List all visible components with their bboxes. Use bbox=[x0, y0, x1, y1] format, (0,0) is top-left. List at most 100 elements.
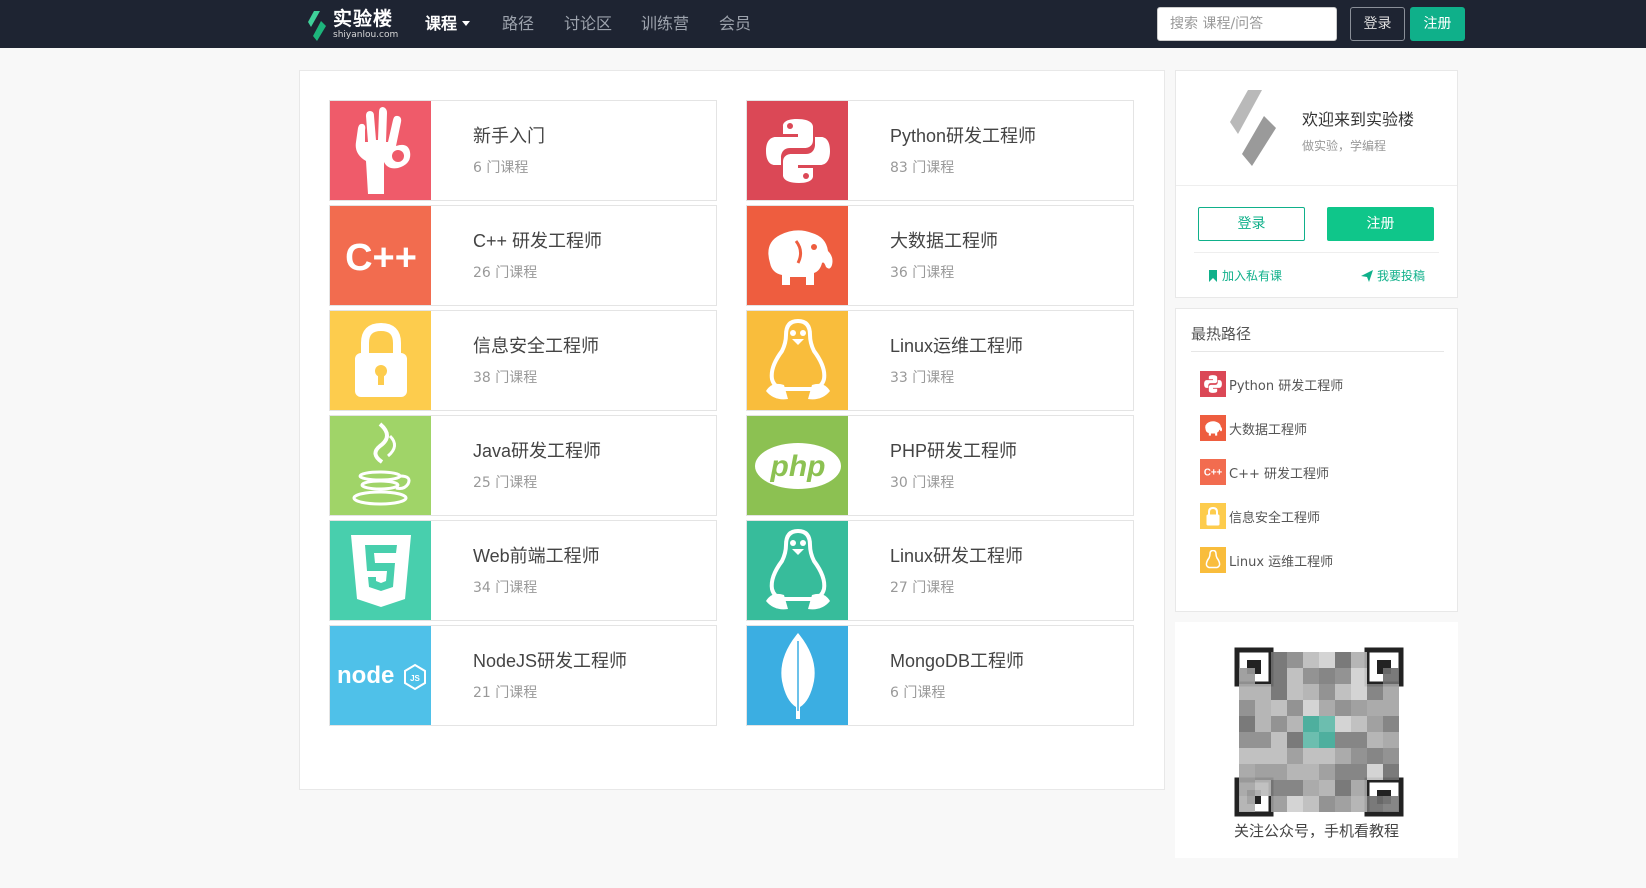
logo-text: 实验楼 bbox=[333, 8, 394, 30]
hot-path-item[interactable]: 大数据工程师 bbox=[1200, 415, 1307, 441]
card-title: PHP研发工程师 bbox=[890, 441, 1018, 461]
card-title: C++ 研发工程师 bbox=[473, 231, 603, 251]
lock-icon bbox=[330, 311, 431, 410]
mongodb-leaf-icon bbox=[747, 626, 848, 725]
welcome-title: 欢迎来到实验楼 bbox=[1302, 110, 1415, 129]
svg-text:JS: JS bbox=[410, 674, 420, 683]
hadoop-elephant-icon bbox=[1200, 415, 1226, 441]
course-paths-panel: 新手入门 6 门课程 Python研发工程师 83 门课程 C++ C++ 研发… bbox=[299, 70, 1165, 790]
nodejs-icon: node JS bbox=[330, 626, 431, 725]
card-title: Web前端工程师 bbox=[473, 546, 600, 566]
svg-text:C++: C++ bbox=[1204, 468, 1223, 478]
path-card[interactable]: Java研发工程师 25 门课程 bbox=[329, 415, 717, 516]
cpp-icon: C++ bbox=[330, 206, 431, 305]
search-input[interactable] bbox=[1157, 7, 1337, 41]
path-card[interactable]: Linux研发工程师 27 门课程 bbox=[746, 520, 1134, 621]
path-card[interactable]: Web前端工程师 34 门课程 bbox=[329, 520, 717, 621]
wechat-qr-panel: 关注公众号，手机看教程 bbox=[1175, 622, 1458, 858]
card-title: Python研发工程师 bbox=[890, 126, 1037, 146]
nav-courses[interactable]: 课程 bbox=[425, 0, 471, 48]
chevron-down-icon bbox=[462, 21, 471, 26]
card-course-count: 33 门课程 bbox=[890, 370, 955, 386]
path-card[interactable]: 信息安全工程师 38 门课程 bbox=[329, 310, 717, 411]
tux-penguin-icon bbox=[747, 521, 848, 620]
path-card[interactable]: Python研发工程师 83 门课程 bbox=[746, 100, 1134, 201]
divider bbox=[1176, 185, 1457, 186]
card-course-count: 6 门课程 bbox=[890, 685, 946, 701]
card-course-count: 21 门课程 bbox=[473, 685, 538, 701]
sidebar-register-button[interactable]: 注册 bbox=[1327, 207, 1434, 241]
hot-path-label: 信息安全工程师 bbox=[1229, 510, 1321, 526]
path-card[interactable]: php PHP研发工程师 30 门课程 bbox=[746, 415, 1134, 516]
svg-text:node: node bbox=[337, 662, 394, 689]
hot-paths-title: 最热路径 bbox=[1191, 325, 1252, 343]
hot-path-label: Python 研发工程师 bbox=[1229, 378, 1344, 394]
hot-path-item[interactable]: Python 研发工程师 bbox=[1200, 371, 1343, 397]
welcome-panel: 欢迎来到实验楼 做实验，学编程 登录 注册 加入私有课 我要投稿 bbox=[1175, 70, 1458, 298]
python-icon bbox=[1200, 371, 1226, 397]
card-title: 新手入门 bbox=[473, 126, 545, 146]
hot-path-item[interactable]: 信息安全工程师 bbox=[1200, 503, 1320, 529]
send-icon bbox=[1361, 269, 1373, 282]
card-course-count: 6 门课程 bbox=[473, 160, 529, 176]
path-card[interactable]: Linux运维工程师 33 门课程 bbox=[746, 310, 1134, 411]
hot-path-item[interactable]: C++ C++ 研发工程师 bbox=[1200, 459, 1329, 485]
path-card[interactable]: 大数据工程师 36 门课程 bbox=[746, 205, 1134, 306]
sidebar-login-button[interactable]: 登录 bbox=[1198, 207, 1305, 241]
qr-code-image bbox=[1234, 647, 1404, 817]
nav-membership[interactable]: 会员 bbox=[719, 0, 751, 48]
card-title: 信息安全工程师 bbox=[473, 336, 599, 356]
site-logo[interactable]: 实验楼 shiyanlou.com bbox=[305, 7, 400, 41]
nav-discussion[interactable]: 讨论区 bbox=[564, 0, 612, 48]
card-course-count: 26 门课程 bbox=[473, 265, 538, 281]
contribute-label: 我要投稿 bbox=[1377, 269, 1426, 283]
card-course-count: 27 门课程 bbox=[890, 580, 955, 596]
card-course-count: 25 门课程 bbox=[473, 475, 538, 491]
card-title: Linux运维工程师 bbox=[890, 336, 1024, 356]
python-icon bbox=[747, 101, 848, 200]
ok-hand-icon bbox=[330, 101, 431, 200]
hot-paths-panel: 最热路径 Python 研发工程师 大数据工程师 C++ C++ 研发工程师 信… bbox=[1175, 308, 1458, 612]
hot-path-label: C++ 研发工程师 bbox=[1229, 466, 1329, 482]
path-card[interactable]: C++ C++ 研发工程师 26 门课程 bbox=[329, 205, 717, 306]
html5-icon bbox=[330, 521, 431, 620]
hadoop-elephant-icon bbox=[747, 206, 848, 305]
nav-login-button[interactable]: 登录 bbox=[1350, 7, 1405, 41]
card-course-count: 34 门课程 bbox=[473, 580, 538, 596]
logo-subtext: shiyanlou.com bbox=[333, 30, 399, 40]
nav-paths[interactable]: 路径 bbox=[502, 0, 534, 48]
nav-courses-label: 课程 bbox=[425, 14, 458, 33]
nav-bootcamp[interactable]: 训练营 bbox=[641, 0, 689, 48]
card-course-count: 83 门课程 bbox=[890, 160, 955, 176]
top-navbar: 实验楼 shiyanlou.com 课程 路径 讨论区 训练营 会员 登录 注册 bbox=[0, 0, 1646, 48]
path-card[interactable]: MongoDB工程师 6 门课程 bbox=[746, 625, 1134, 726]
svg-text:php: php bbox=[769, 450, 825, 483]
contribute-link[interactable]: 我要投稿 bbox=[1361, 267, 1425, 284]
hot-path-label: 大数据工程师 bbox=[1229, 422, 1308, 438]
join-private-course-label: 加入私有课 bbox=[1222, 269, 1283, 283]
path-card[interactable]: node JS NodeJS研发工程师 21 门课程 bbox=[329, 625, 717, 726]
card-course-count: 30 门课程 bbox=[890, 475, 955, 491]
shiyanlou-logo-icon bbox=[1230, 90, 1276, 166]
qr-caption: 关注公众号，手机看教程 bbox=[1233, 822, 1399, 840]
card-course-count: 36 门课程 bbox=[890, 265, 955, 281]
card-title: Linux研发工程师 bbox=[890, 546, 1024, 566]
card-title: 大数据工程师 bbox=[890, 231, 998, 251]
tux-penguin-icon bbox=[1200, 547, 1226, 573]
svg-text:C++: C++ bbox=[345, 237, 417, 276]
welcome-subtitle: 做实验，学编程 bbox=[1302, 139, 1387, 153]
bookmark-icon bbox=[1209, 269, 1217, 282]
nav-register-button[interactable]: 注册 bbox=[1410, 7, 1465, 41]
path-card[interactable]: 新手入门 6 门课程 bbox=[329, 100, 717, 201]
card-title: NodeJS研发工程师 bbox=[473, 651, 628, 671]
join-private-course-link[interactable]: 加入私有课 bbox=[1208, 267, 1282, 284]
card-title: MongoDB工程师 bbox=[890, 651, 1025, 671]
hot-path-item[interactable]: Linux 运维工程师 bbox=[1200, 547, 1333, 573]
lock-icon bbox=[1200, 503, 1226, 529]
java-cup-icon bbox=[330, 416, 431, 515]
cpp-icon: C++ bbox=[1200, 459, 1226, 485]
divider bbox=[1191, 351, 1444, 352]
hot-path-label: Linux 运维工程师 bbox=[1229, 554, 1334, 570]
divider bbox=[1194, 252, 1439, 253]
php-icon: php bbox=[747, 416, 848, 515]
